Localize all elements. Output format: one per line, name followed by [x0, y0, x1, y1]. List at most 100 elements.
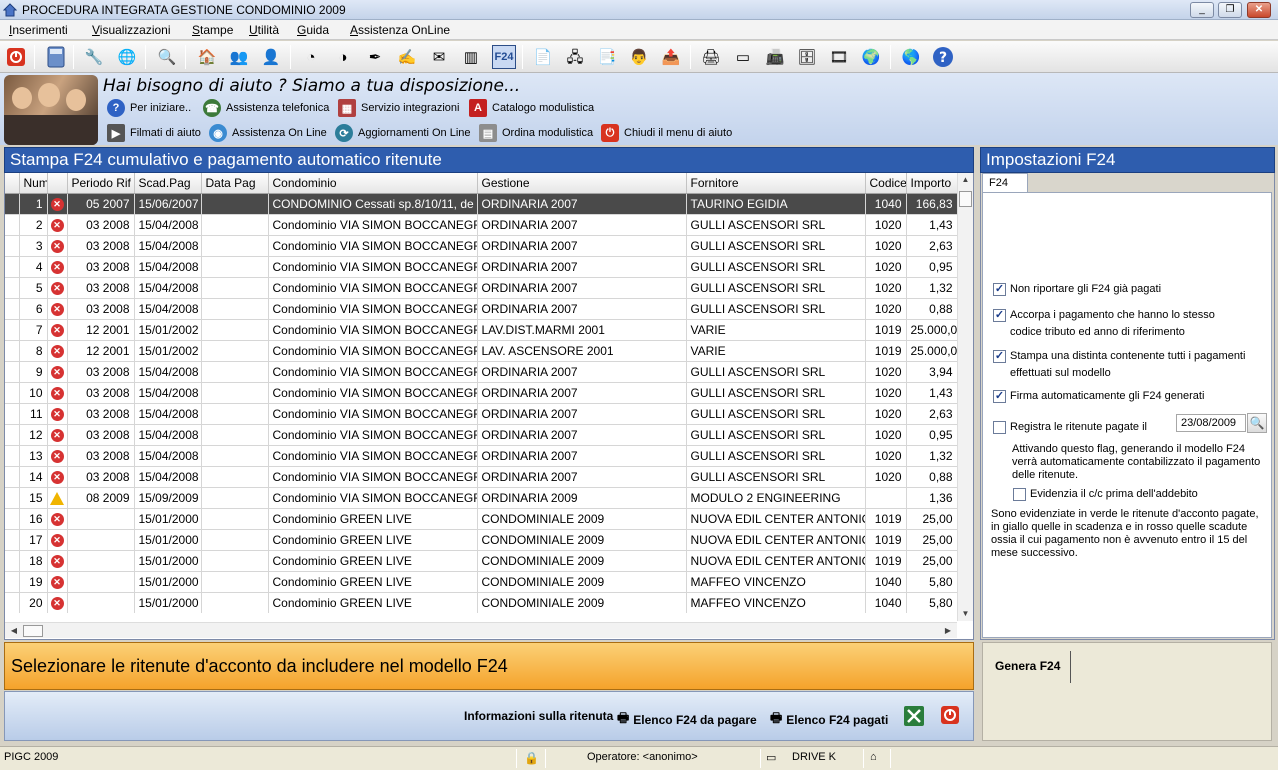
checkbox[interactable]: ✓: [993, 390, 1006, 403]
col-periodo[interactable]: Periodo Rif: [67, 173, 135, 194]
search-people-icon[interactable]: 🔍: [155, 45, 179, 69]
table-row[interactable]: 18 ✕ 15/01/2000 Condominio GREEN LIVE CONDOM…: [5, 550, 957, 572]
checkbox[interactable]: ✓: [993, 283, 1006, 296]
col-codice[interactable]: Codice: [865, 173, 907, 194]
help-link-aggiornamenti[interactable]: ⟳ Aggiornamenti On Line: [335, 124, 471, 142]
table-row[interactable]: 9 ✕ 03 2008 15/04/2008 Condominio VIA SIMON …: [5, 361, 957, 383]
tools-icon[interactable]: 🔧: [82, 45, 106, 69]
table-row[interactable]: 7 ✕ 12 2001 15/01/2002 Condominio VIA SIMON …: [5, 319, 957, 341]
table-row[interactable]: 16 ✕ 15/01/2000 Condominio GREEN LIVE CONDOM…: [5, 508, 957, 530]
table-row[interactable]: 19 ✕ 15/01/2000 Condominio GREEN LIVE CONDOM…: [5, 571, 957, 593]
payment-icon[interactable]: ✉: [427, 45, 451, 69]
menu-inserimenti[interactable]: Inserimenti: [9, 23, 68, 37]
table-row[interactable]: 14 ✕ 03 2008 15/04/2008 Condominio VIA SIMON…: [5, 466, 957, 488]
col-data-pag[interactable]: Data Pag: [201, 173, 269, 194]
col-gestione[interactable]: Gestione: [477, 173, 687, 194]
table-row[interactable]: 20 ✕ 15/01/2000 Condominio GREEN LIVE CONDOM…: [5, 592, 957, 613]
opt-accorpa-pagamenti[interactable]: ✓ Accorpa i pagamento che hanno lo stess…: [993, 307, 1223, 341]
col-scadenza[interactable]: Scad.Pag: [134, 173, 202, 194]
table-row[interactable]: 8 ✕ 12 2001 15/01/2002 Condominio VIA SIMON …: [5, 340, 957, 362]
help-icon[interactable]: ?: [931, 45, 955, 69]
internet-icon[interactable]: 🌍: [859, 45, 883, 69]
table-row[interactable]: 13 ✕ 03 2008 15/04/2008 Condominio VIA SIMON…: [5, 445, 957, 467]
pen-icon[interactable]: ✒: [363, 45, 387, 69]
elenco-pagati-link[interactable]: 🖶 Elenco F24 pagati: [770, 709, 888, 731]
info-ritenuta-link[interactable]: Informazioni sulla ritenuta: [464, 709, 613, 723]
web-settings-icon[interactable]: 🌐: [115, 45, 139, 69]
user-icon[interactable]: 👤: [259, 45, 283, 69]
pie-chart-icon[interactable]: ◔: [299, 45, 323, 69]
minimize-button[interactable]: _: [1190, 2, 1214, 18]
barcode-icon[interactable]: ▥: [459, 45, 483, 69]
table-row[interactable]: 1 ✕ 05 2007 15/06/2007 CONDOMINIO Cessati sp…: [5, 193, 957, 215]
menu-utilita[interactable]: Utilità: [249, 23, 279, 37]
help-link-servizio-integrazioni[interactable]: ▦ Servizio integrazioni: [338, 99, 459, 117]
checkbox[interactable]: ✓: [993, 350, 1006, 363]
document-icon[interactable]: 📄: [531, 45, 555, 69]
restore-button[interactable]: ❐: [1218, 2, 1242, 18]
table-row[interactable]: 5 ✕ 03 2008 15/04/2008 Condominio VIA SIMON …: [5, 277, 957, 299]
users-group-icon[interactable]: 👥: [227, 45, 251, 69]
help-link-chiudi[interactable]: ⏻ Chiudi il menu di aiuto: [601, 124, 732, 142]
menu-assistenza-online[interactable]: Assistenza OnLine: [350, 23, 450, 37]
printer-icon[interactable]: 🖨: [699, 45, 723, 69]
table-row[interactable]: 4 ✕ 03 2008 15/04/2008 Condominio VIA SIMON …: [5, 256, 957, 278]
excel-export-icon[interactable]: [903, 705, 925, 730]
close-button[interactable]: ✕: [1247, 2, 1271, 18]
registra-date-field[interactable]: 23/08/2009: [1176, 414, 1246, 432]
export-icon[interactable]: 📤: [659, 45, 683, 69]
table-row[interactable]: 3 ✕ 03 2008 15/04/2008 Condominio VIA SIMON …: [5, 235, 957, 257]
col-fornitore[interactable]: Fornitore: [686, 173, 866, 194]
chart-icon[interactable]: ◑: [331, 45, 355, 69]
exit-icon[interactable]: [4, 45, 28, 69]
genera-f24-button[interactable]: Genera F24: [989, 651, 1071, 683]
checkbox[interactable]: [1013, 488, 1026, 501]
hscroll-thumb[interactable]: [23, 625, 43, 637]
col-num[interactable]: Num: [19, 173, 48, 194]
signature-icon[interactable]: ✍: [395, 45, 419, 69]
globe-icon[interactable]: 🌎: [899, 45, 923, 69]
power-exit-icon[interactable]: [940, 705, 960, 728]
table-row[interactable]: 15 08 2009 15/09/2009 Condominio VIA SIMON …: [5, 487, 957, 509]
tab-f24[interactable]: F24: [982, 173, 1028, 193]
user-transfer-icon[interactable]: 👨: [627, 45, 651, 69]
home-icon[interactable]: 🏠: [195, 45, 219, 69]
scroll-thumb[interactable]: [959, 191, 972, 207]
opt-registra-ritenute[interactable]: Registra le ritenute pagate il: [993, 419, 1147, 436]
checkbox[interactable]: [993, 421, 1006, 434]
grid-vertical-scrollbar[interactable]: ▲ ▼: [957, 173, 973, 621]
calendar-icon[interactable]: 🔍: [1247, 413, 1267, 433]
help-link-catalogo-modulistica[interactable]: A Catalogo modulistica: [469, 99, 594, 117]
scroll-right-icon[interactable]: ▶: [941, 623, 955, 639]
col-condominio[interactable]: Condominio: [268, 173, 478, 194]
grid-horizontal-scrollbar[interactable]: ◀ ▶: [5, 622, 957, 638]
scroll-up-icon[interactable]: ▲: [958, 173, 973, 187]
menu-visualizzazioni[interactable]: Visualizzazioni: [92, 23, 171, 37]
table-row[interactable]: 10 ✕ 03 2008 15/04/2008 Condominio VIA SIMON…: [5, 382, 957, 404]
table-row[interactable]: 17 ✕ 15/01/2000 Condominio GREEN LIVE CONDOM…: [5, 529, 957, 551]
opt-firma-automatica[interactable]: ✓ Firma automaticamente gli F24 generati: [993, 388, 1204, 405]
opt-non-riportare-pagati[interactable]: ✓ Non riportare gli F24 già pagati: [993, 281, 1161, 298]
table-row[interactable]: 2 ✕ 03 2008 15/04/2008 Condominio VIA SIMON …: [5, 214, 957, 236]
col-importo[interactable]: Importo: [906, 173, 957, 194]
menu-guida[interactable]: Guida: [297, 23, 329, 37]
report-icon[interactable]: 📑: [595, 45, 619, 69]
f24-button[interactable]: F24: [492, 45, 516, 69]
film-icon[interactable]: 🎞: [827, 45, 851, 69]
table-row[interactable]: 12 ✕ 03 2008 15/04/2008 Condominio VIA SIMON…: [5, 424, 957, 446]
table-row[interactable]: 11 ✕ 03 2008 15/04/2008 Condominio VIA SIMON…: [5, 403, 957, 425]
menu-stampe[interactable]: Stampe: [192, 23, 233, 37]
help-link-ordina-modulistica[interactable]: ▤ Ordina modulistica: [479, 124, 593, 142]
help-link-filmati[interactable]: ▶ Filmati di aiuto: [107, 124, 201, 142]
scroll-left-icon[interactable]: ◀: [7, 623, 21, 639]
help-link-assistenza-telefonica[interactable]: ☎ Assistenza telefonica: [203, 99, 329, 117]
scroll-down-icon[interactable]: ▼: [958, 607, 973, 621]
checkbox[interactable]: ✓: [993, 309, 1006, 322]
help-link-per-iniziare[interactable]: ? Per iniziare..: [107, 99, 191, 117]
opt-stampa-distinta[interactable]: ✓ Stampa una distinta contenente tutti i…: [993, 348, 1253, 382]
opt-evidenzia-cc[interactable]: Evidenzia il c/c prima dell'addebito: [1013, 486, 1198, 503]
table-row[interactable]: 6 ✕ 03 2008 15/04/2008 Condominio VIA SIMON …: [5, 298, 957, 320]
elenco-da-pagare-link[interactable]: 🖶 Elenco F24 da pagare: [617, 709, 757, 731]
archive-icon[interactable]: 🗄: [795, 45, 819, 69]
network-icon[interactable]: 🖧: [563, 45, 587, 69]
